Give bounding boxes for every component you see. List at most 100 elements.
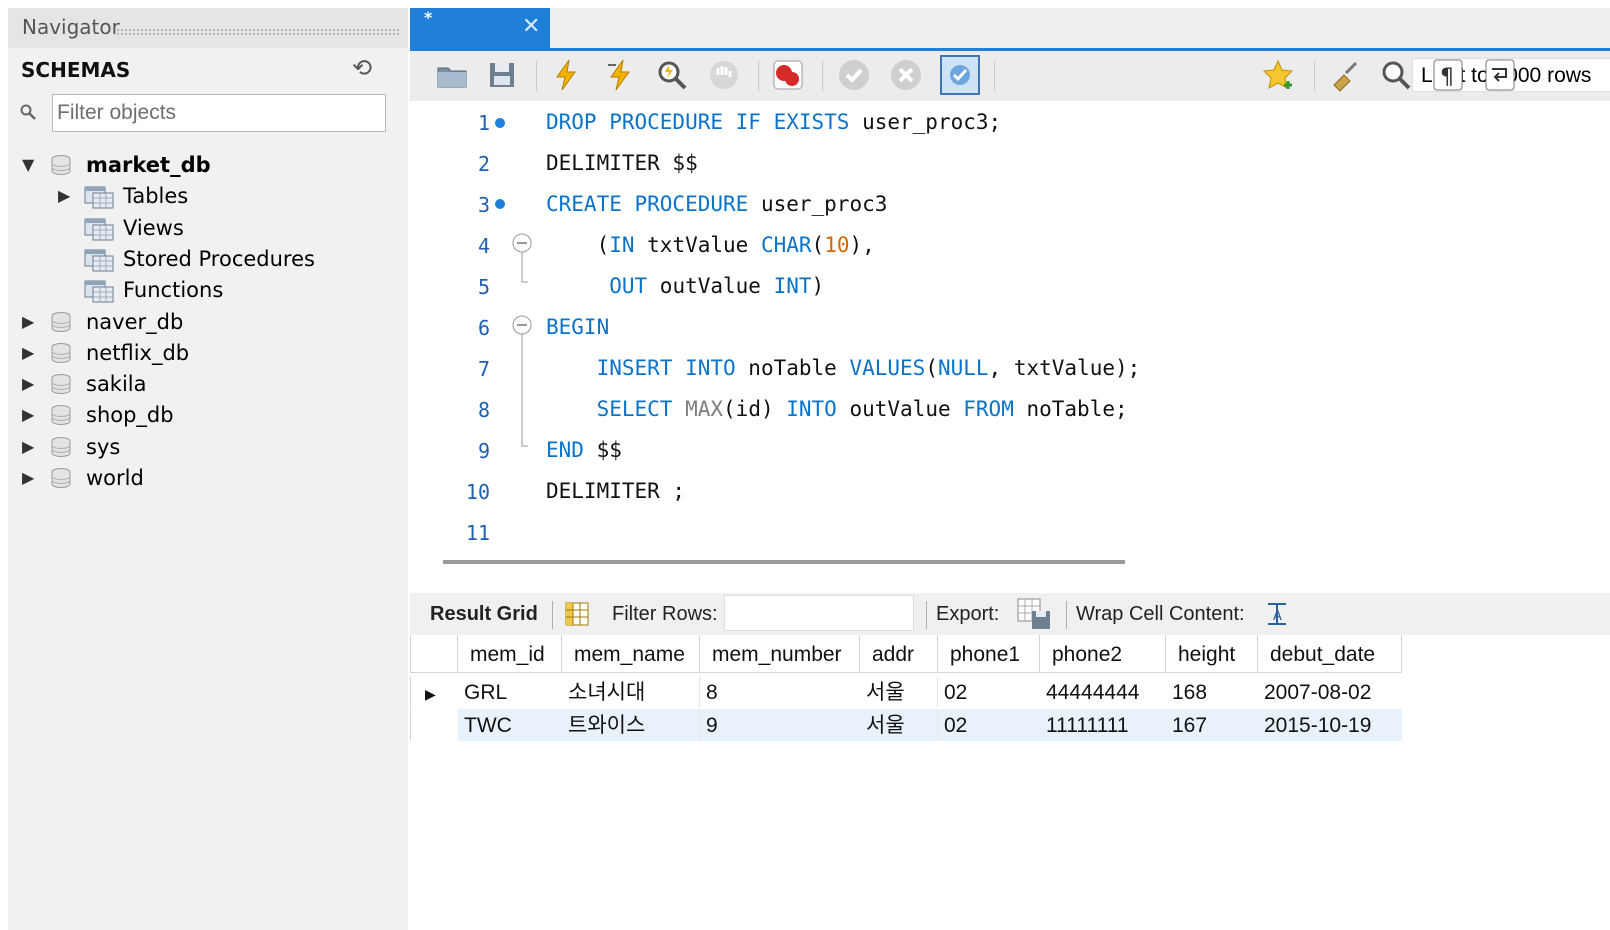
open-folder-icon[interactable] — [434, 57, 470, 93]
statement-marker-icon — [495, 118, 505, 128]
filter-objects-input[interactable] — [52, 94, 386, 132]
commit-icon[interactable] — [836, 57, 872, 93]
editor-toolbar: Limit to 1000 rows ▼ ¶ — [410, 51, 1610, 101]
schema-name: netflix_db — [86, 340, 190, 365]
table-cell[interactable]: 트와이스 — [562, 709, 700, 741]
filter-rows-input[interactable] — [724, 595, 914, 631]
expand-right-icon[interactable]: ▶ — [22, 463, 34, 493]
drag-handle[interactable] — [116, 28, 401, 37]
table-cell[interactable]: 11111111 — [1040, 709, 1166, 741]
wrap-lines-icon[interactable] — [1482, 57, 1518, 93]
database-icon — [50, 436, 72, 458]
expand-right-icon[interactable]: ▶ — [22, 369, 34, 399]
folder-icon — [84, 248, 114, 272]
line-number: 3 — [477, 193, 490, 217]
table-cell[interactable]: TWC — [458, 709, 562, 741]
table-cell[interactable]: 소녀시대 — [562, 676, 700, 708]
column-header-mem_name[interactable]: mem_name — [562, 635, 700, 673]
query-tab[interactable]: * ✕ — [410, 8, 550, 48]
line-number: 6 — [477, 316, 490, 340]
toolbar-separator — [1066, 601, 1067, 629]
wrap-cell-label: Wrap Cell Content: — [1076, 603, 1245, 625]
code-line-6: BEGIN — [546, 315, 610, 339]
rollback-icon[interactable] — [888, 57, 924, 93]
column-header-mem_id[interactable]: mem_id — [458, 635, 562, 673]
schemas-label: SCHEMAS — [21, 58, 131, 82]
close-icon[interactable]: ✕ — [522, 14, 540, 39]
add-snippet-star-icon[interactable] — [1262, 57, 1298, 93]
line-number: 2 — [477, 152, 490, 176]
autocommit-toggle-icon[interactable] — [940, 55, 980, 95]
execute-current-icon[interactable] — [602, 57, 638, 93]
grid-view-icon[interactable] — [564, 601, 590, 627]
table-cell[interactable]: 8 — [700, 676, 860, 708]
schema-name: naver_db — [86, 309, 184, 334]
line-number: 5 — [477, 275, 490, 299]
current-row-arrow-icon: ▶ — [425, 686, 436, 702]
navigator-title: Navigator — [22, 15, 120, 39]
row-selector[interactable] — [410, 709, 458, 741]
horizontal-scrollbar[interactable] — [443, 560, 1125, 564]
expand-right-icon[interactable]: ▶ — [22, 400, 34, 430]
stop-icon[interactable] — [706, 57, 742, 93]
fold-markers — [512, 233, 532, 447]
svg-text:¶: ¶ — [1440, 65, 1454, 90]
table-cell[interactable]: GRL — [458, 676, 562, 708]
folder-icon — [84, 185, 114, 209]
statement-marker-icon — [495, 199, 505, 209]
schema-name: market_db — [86, 153, 211, 177]
find-icon[interactable] — [1378, 57, 1414, 93]
column-header-phone2[interactable]: phone2 — [1040, 635, 1166, 673]
expand-right-icon[interactable]: ▶ — [22, 307, 34, 337]
line-number: 1 — [477, 111, 490, 135]
row-selector[interactable]: ▶ — [410, 676, 458, 708]
result-grid[interactable]: mem_id mem_name mem_number addr phone1 phone2… — [410, 635, 1404, 743]
table-cell[interactable]: 44444444 — [1040, 676, 1166, 708]
code-line-10: DELIMITER ; — [546, 479, 686, 503]
sql-editor[interactable]: 1 2 3 4 5 6 7 8 9 10 11 DROP PROCEDURE IF EXISTS u… — [410, 101, 1610, 548]
toolbar-separator — [536, 61, 537, 91]
table-cell[interactable]: 168 — [1166, 676, 1258, 708]
result-grid-tab[interactable]: Result Grid — [430, 593, 538, 635]
expand-right-icon[interactable]: ▶ — [58, 181, 70, 211]
table-cell[interactable]: 02 — [938, 709, 1040, 741]
svg-text:A: A — [1273, 609, 1282, 624]
table-cell[interactable]: 2007-08-02 — [1258, 676, 1402, 708]
save-icon[interactable] — [484, 57, 520, 93]
wrap-cell-icon[interactable]: A — [1264, 601, 1290, 627]
table-cell[interactable]: 2015-10-19 — [1258, 709, 1402, 741]
column-header-phone1[interactable]: phone1 — [938, 635, 1040, 673]
editor-tab-bar: * ✕ — [410, 8, 1610, 51]
column-header-height[interactable]: height — [1166, 635, 1258, 673]
tree-item-label: Stored Procedures — [123, 246, 315, 271]
table-cell[interactable]: 서울 — [860, 676, 938, 708]
export-label: Export: — [936, 603, 1000, 625]
stop-on-error-icon[interactable] — [770, 57, 806, 93]
filter-rows-label: Filter Rows: — [612, 603, 718, 625]
query-tab-title: * — [424, 8, 433, 27]
column-header-debut_date[interactable]: debut_date — [1258, 635, 1402, 673]
line-number: 7 — [477, 357, 490, 381]
beautify-broom-icon[interactable] — [1326, 57, 1362, 93]
execute-icon[interactable] — [548, 57, 584, 93]
code-line-5: OUT outValue INT) — [609, 274, 825, 298]
expand-right-icon[interactable]: ▶ — [22, 432, 34, 462]
row-selector-header — [410, 635, 458, 673]
table-cell[interactable]: 167 — [1166, 709, 1258, 741]
column-header-addr[interactable]: addr — [860, 635, 938, 673]
table-cell[interactable]: 9 — [700, 709, 860, 741]
expand-right-icon[interactable]: ▶ — [22, 338, 34, 368]
toolbar-separator — [1314, 61, 1315, 91]
line-number: 8 — [477, 398, 490, 422]
toolbar-separator — [758, 61, 759, 91]
expand-down-icon[interactable]: ▼ — [22, 150, 34, 180]
invisible-chars-icon[interactable]: ¶ — [1430, 57, 1466, 93]
refresh-icon[interactable]: ⟲ — [352, 54, 372, 82]
search-icon — [20, 104, 36, 120]
navigator-header: Navigator — [8, 8, 408, 48]
explain-icon[interactable] — [654, 57, 690, 93]
table-cell[interactable]: 02 — [938, 676, 1040, 708]
table-cell[interactable]: 서울 — [860, 709, 938, 741]
export-icon[interactable] — [1016, 597, 1052, 631]
column-header-mem_number[interactable]: mem_number — [700, 635, 860, 673]
